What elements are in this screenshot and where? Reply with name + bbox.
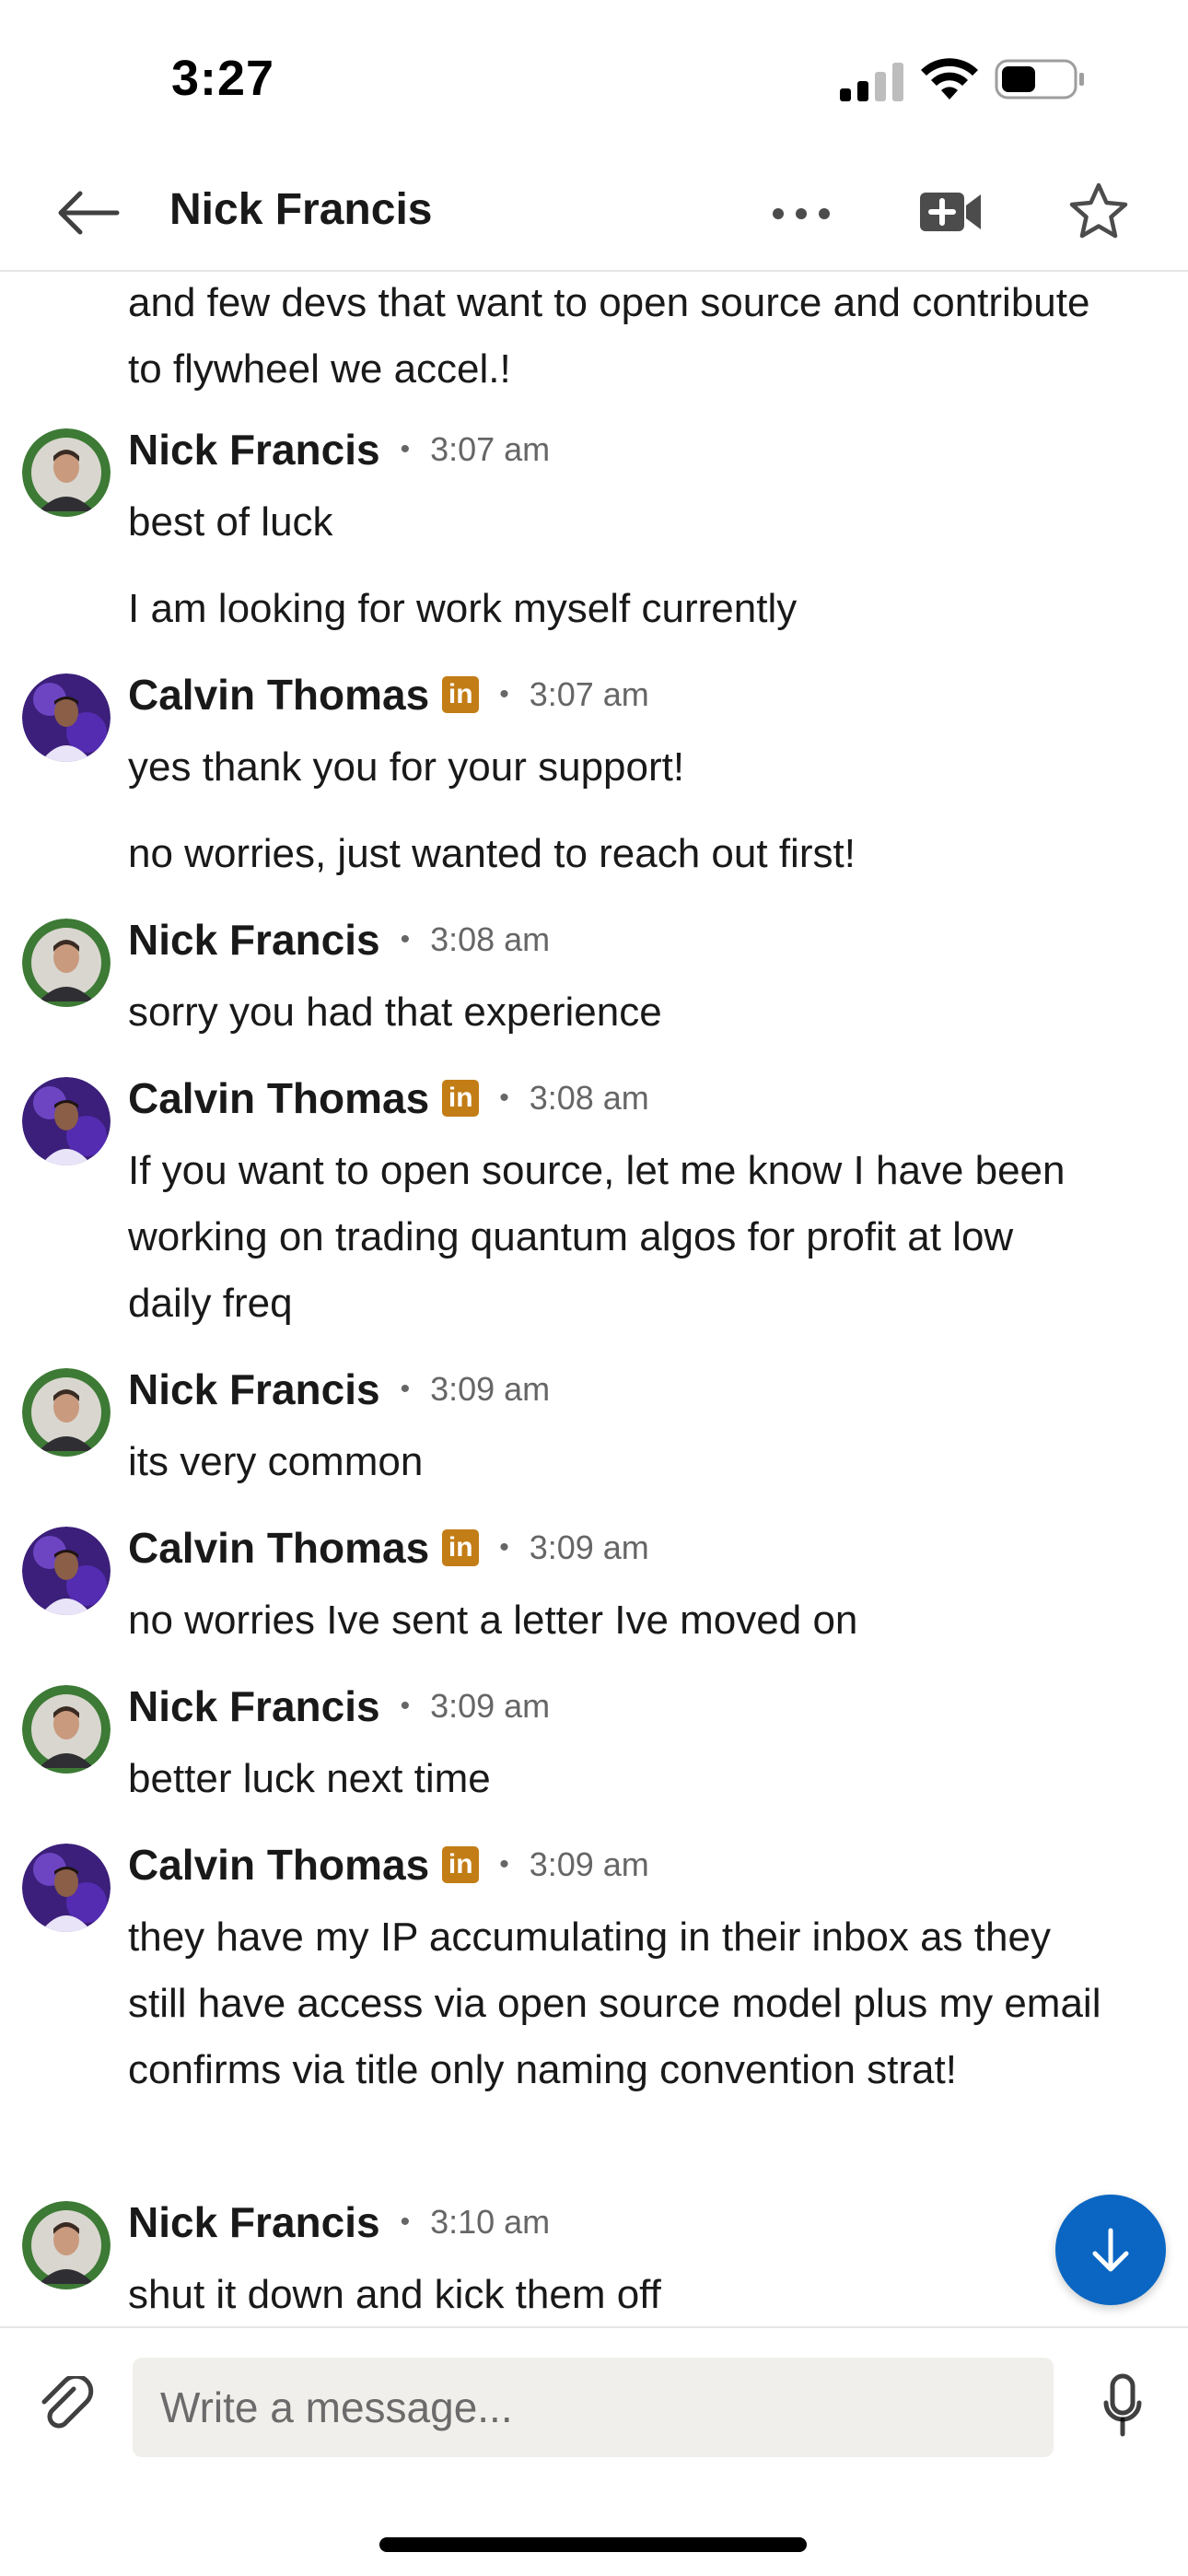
paperclip-icon [41, 2376, 94, 2429]
avatar[interactable] [22, 919, 111, 1007]
voice-message-button[interactable] [1090, 2369, 1155, 2442]
message-sender-line: Calvin Thomas in • 3:09 am [128, 1840, 649, 1890]
message-timestamp: 3:08 am [529, 1079, 649, 1117]
separator-dot: • [400, 434, 411, 464]
conversation-header: Nick Francis [0, 157, 1188, 272]
separator-dot: • [400, 1374, 411, 1404]
message-sender-line: Nick Francis • 3:10 am [128, 2197, 550, 2247]
message-text: best of luck [128, 499, 333, 544]
linkedin-premium-icon: in [442, 676, 480, 713]
sender-name[interactable]: Calvin Thomas [128, 1523, 429, 1573]
sender-name[interactable]: Calvin Thomas [128, 1840, 429, 1890]
linkedin-premium-icon: in [442, 1846, 480, 1883]
arrow-down-icon [1092, 2228, 1129, 2272]
cellular-signal-icon [840, 63, 904, 106]
status-bar: 3:27 [0, 0, 1188, 157]
sender-name[interactable]: Calvin Thomas [128, 1073, 429, 1123]
message-timestamp: 3:09 am [430, 1687, 551, 1725]
more-options-icon [773, 208, 830, 219]
avatar[interactable] [22, 673, 111, 762]
message-text: no worries Ive sent a letter Ive moved o… [128, 1598, 858, 1643]
message-sender-line: Calvin Thomas in • 3:07 am [128, 670, 649, 720]
avatar[interactable] [22, 1527, 111, 1615]
message-timestamp: 3:09 am [430, 1370, 551, 1408]
linkedin-premium-icon: in [442, 1080, 480, 1117]
status-time: 3:27 [171, 51, 275, 106]
message-timestamp: 3:10 am [430, 2203, 551, 2241]
message-timestamp: 3:07 am [529, 675, 649, 713]
back-arrow-icon [58, 191, 120, 235]
message-sender-line: Nick Francis • 3:09 am [128, 1681, 550, 1731]
message-text: shut it down and kick them off [128, 2272, 661, 2317]
message-text: and few devs that want to open source an… [128, 280, 1090, 392]
separator-dot: • [400, 924, 411, 954]
avatar[interactable] [22, 1368, 111, 1457]
video-call-button[interactable] [917, 182, 984, 241]
separator-dot: • [499, 1532, 509, 1563]
message-timestamp: 3:09 am [529, 1528, 649, 1566]
message-text: sorry you had that experience [128, 989, 662, 1035]
message-sender-line: Nick Francis • 3:09 am [128, 1364, 550, 1414]
battery-icon [995, 59, 1087, 104]
message-timestamp: 3:08 am [430, 920, 551, 958]
message-text: yes thank you for your support! [128, 744, 685, 790]
message-timestamp: 3:07 am [430, 430, 551, 468]
message-text: they have my IP accumulating in their in… [128, 1914, 1101, 2092]
linkedin-premium-icon: in [442, 1529, 480, 1566]
sender-name[interactable]: Nick Francis [128, 2197, 380, 2247]
separator-dot: • [499, 1083, 509, 1113]
microphone-icon [1103, 2373, 1142, 2437]
separator-dot: • [400, 1691, 411, 1721]
star-icon [1069, 182, 1128, 239]
message-text: better luck next time [128, 1756, 491, 1801]
message-sender-line: Calvin Thomas in • 3:08 am [128, 1073, 649, 1123]
attach-button[interactable] [33, 2372, 101, 2441]
back-button[interactable] [52, 181, 125, 245]
more-options-button[interactable] [764, 188, 838, 240]
separator-dot: • [400, 2207, 411, 2237]
sender-name[interactable]: Calvin Thomas [128, 670, 429, 720]
message-timestamp: 3:09 am [529, 1845, 649, 1883]
separator-dot: • [499, 679, 509, 709]
message-sender-line: Nick Francis • 3:07 am [128, 425, 550, 474]
message-text: I am looking for work myself currently [128, 586, 798, 631]
star-button[interactable] [1065, 177, 1133, 245]
sender-name[interactable]: Nick Francis [128, 915, 380, 965]
sender-name[interactable]: Nick Francis [128, 425, 380, 474]
video-call-icon [920, 193, 981, 231]
message-list[interactable]: and few devs that want to open source an… [0, 272, 1188, 2326]
avatar[interactable] [22, 1844, 111, 1932]
message-text: no worries, just wanted to reach out fir… [128, 831, 856, 876]
wifi-icon [921, 57, 978, 104]
message-text: its very common [128, 1439, 424, 1484]
sender-name[interactable]: Nick Francis [128, 1681, 380, 1731]
avatar[interactable] [22, 1685, 111, 1774]
message-sender-line: Calvin Thomas in • 3:09 am [128, 1523, 649, 1573]
home-indicator [379, 2537, 807, 2552]
avatar[interactable] [22, 2201, 111, 2289]
avatar[interactable] [22, 1077, 111, 1165]
separator-dot: • [499, 1849, 509, 1879]
conversation-title[interactable]: Nick Francis [169, 184, 432, 235]
scroll-to-bottom-button[interactable] [1055, 2195, 1166, 2305]
message-text: If you want to open source, let me know … [128, 1148, 1066, 1326]
avatar[interactable] [22, 428, 111, 517]
message-sender-line: Nick Francis • 3:08 am [128, 915, 550, 965]
sender-name[interactable]: Nick Francis [128, 1364, 380, 1414]
message-input[interactable] [133, 2358, 1054, 2457]
message-composer [0, 2326, 1188, 2476]
